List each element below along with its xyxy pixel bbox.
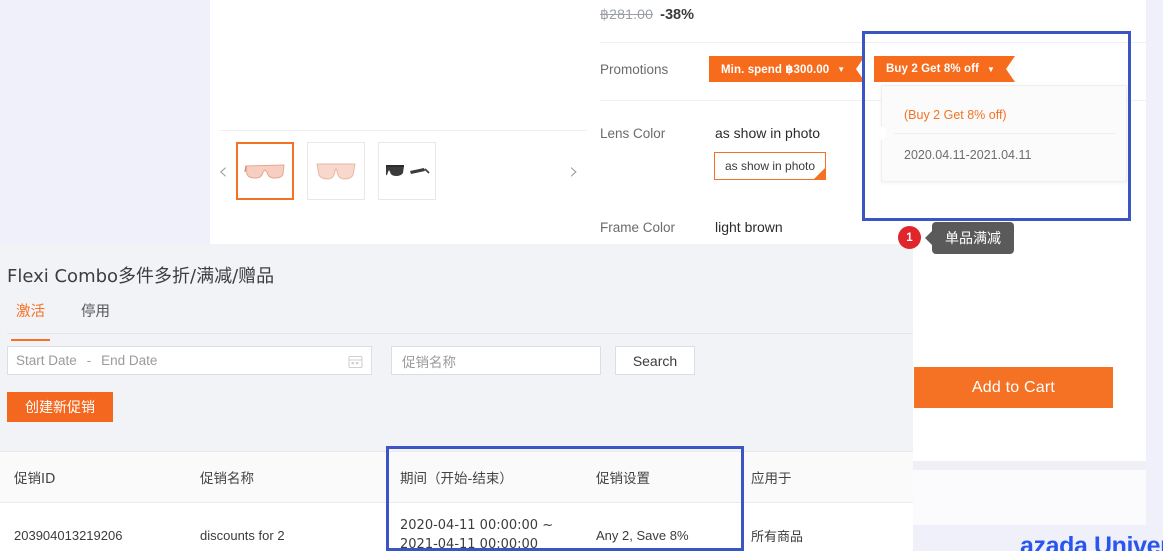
original-price: ฿281.00: [600, 6, 654, 22]
promo-name-placeholder: 促销名称: [402, 354, 456, 371]
price-row: ฿281.00 -38%: [600, 6, 694, 32]
lens-color-option-chip[interactable]: as show in photo: [714, 152, 827, 180]
date-range-input[interactable]: Start Date - End Date: [7, 346, 372, 375]
lazada-university-logo: azada University: [1020, 532, 1163, 551]
lens-color-option-label: as show in photo: [725, 159, 816, 173]
calendar-icon[interactable]: [348, 354, 363, 374]
add-to-cart-button[interactable]: Add to Cart: [914, 367, 1113, 408]
end-date-placeholder: End Date: [101, 353, 158, 368]
chevron-down-icon: ▼: [837, 64, 846, 74]
promotions-table: 促销ID 促销名称 期间（开始-结束） 促销设置 应用于 20390401321…: [0, 451, 913, 551]
promotion-chip-min-spend-label: Min. spend ฿300.00: [721, 64, 830, 76]
product-gallery: ‹ ›: [210, 0, 587, 244]
promotion-chip-buy2-label: Buy 2 Get 8% off: [886, 63, 979, 75]
attr-value-lens-color: as show in photo: [715, 125, 821, 141]
cell-period: 2020-04-11 00:00:00 ~ 2021-04-11 00:00:0…: [386, 502, 582, 551]
promotion-dropdown-panel: (Buy 2 Get 8% off) 2020.04.11-2021.04.11: [881, 85, 1127, 182]
tab-active[interactable]: 激活: [7, 300, 54, 341]
col-header-promo-id: 促销ID: [0, 451, 186, 503]
gallery-divider: [220, 130, 587, 131]
carousel-prev-icon[interactable]: ‹: [210, 140, 236, 202]
tab-disabled[interactable]: 停用: [72, 300, 119, 333]
product-purchase-column: Add to Cart: [913, 244, 1146, 461]
column-lower-block: [913, 470, 1146, 525]
cell-period-end: 2021-04-11 00:00:00: [400, 536, 539, 551]
status-tabs: 激活 停用: [7, 300, 913, 341]
promotion-dropdown-period: 2020.04.11-2021.04.11: [904, 148, 1032, 162]
column-separator-strip: [913, 461, 1146, 470]
cell-promo-name: discounts for 2: [186, 502, 386, 551]
attr-label-promotions: Promotions: [600, 62, 669, 77]
col-header-period: 期间（开始-结束）: [386, 451, 582, 503]
promotion-chip-min-spend[interactable]: Min. spend ฿300.00 ▼: [709, 56, 866, 82]
col-header-setting: 促销设置: [582, 451, 737, 503]
screenshot-root: ‹ › ฿281.00 -38% Promotions Lens Color a…: [0, 0, 1163, 551]
page-title: Flexi Combo多件多折/满减/赠品: [7, 266, 275, 287]
col-header-promo-name: 促销名称: [186, 451, 386, 503]
date-range-separator: -: [86, 353, 92, 368]
product-thumbnail-1[interactable]: [236, 142, 294, 200]
table-header-row: 促销ID 促销名称 期间（开始-结束） 促销设置 应用于: [0, 451, 913, 503]
cell-applies-to: 所有商品: [737, 502, 913, 551]
chevron-down-icon: ▼: [986, 64, 996, 74]
attr-label-lens-color: Lens Color: [600, 126, 666, 141]
promo-name-input[interactable]: 促销名称: [391, 346, 601, 375]
carousel-next-icon[interactable]: ›: [561, 140, 587, 202]
cell-promo-id: 203904013219206: [0, 502, 186, 551]
product-thumbnail-3[interactable]: [378, 142, 436, 200]
sunglasses-thumb-icon: [316, 163, 356, 180]
sunglasses-pair-thumb-icon: [386, 165, 430, 176]
annotation-badge-1: 1: [898, 226, 921, 249]
attr-value-frame-color: light brown: [715, 219, 783, 235]
promotion-chip-buy2[interactable]: Buy 2 Get 8% off ▼: [874, 56, 1016, 82]
annotation-tooltip: 单品满减: [925, 222, 1014, 254]
table-row[interactable]: 203904013219206 discounts for 2 2020-04-…: [0, 502, 913, 551]
sunglasses-thumb-icon: [244, 164, 285, 179]
thumbnail-carousel: ‹ ›: [210, 140, 587, 202]
discount-percent: -38%: [660, 7, 694, 23]
flexi-combo-admin-panel: Flexi Combo多件多折/满减/赠品 激活 停用 Start Date -…: [0, 244, 913, 551]
start-date-placeholder: Start Date: [16, 353, 77, 368]
search-button[interactable]: Search: [615, 346, 695, 375]
promotion-dropdown-divider: [894, 133, 1116, 134]
option-selected-check-icon: [814, 168, 826, 179]
create-promotion-button[interactable]: 创建新促销: [7, 392, 113, 422]
filter-row: Start Date - End Date 促销名称 Search: [7, 346, 695, 375]
info-divider-1: [600, 42, 1146, 43]
attr-label-frame-color: Frame Color: [600, 220, 676, 235]
promotion-dropdown-title: (Buy 2 Get 8% off): [904, 108, 1007, 122]
col-header-applies-to: 应用于: [737, 451, 913, 503]
cell-period-start: 2020-04-11 00:00:00 ~: [400, 518, 554, 533]
product-thumbnail-2[interactable]: [307, 142, 365, 200]
cell-setting: Any 2, Save 8%: [582, 502, 737, 551]
